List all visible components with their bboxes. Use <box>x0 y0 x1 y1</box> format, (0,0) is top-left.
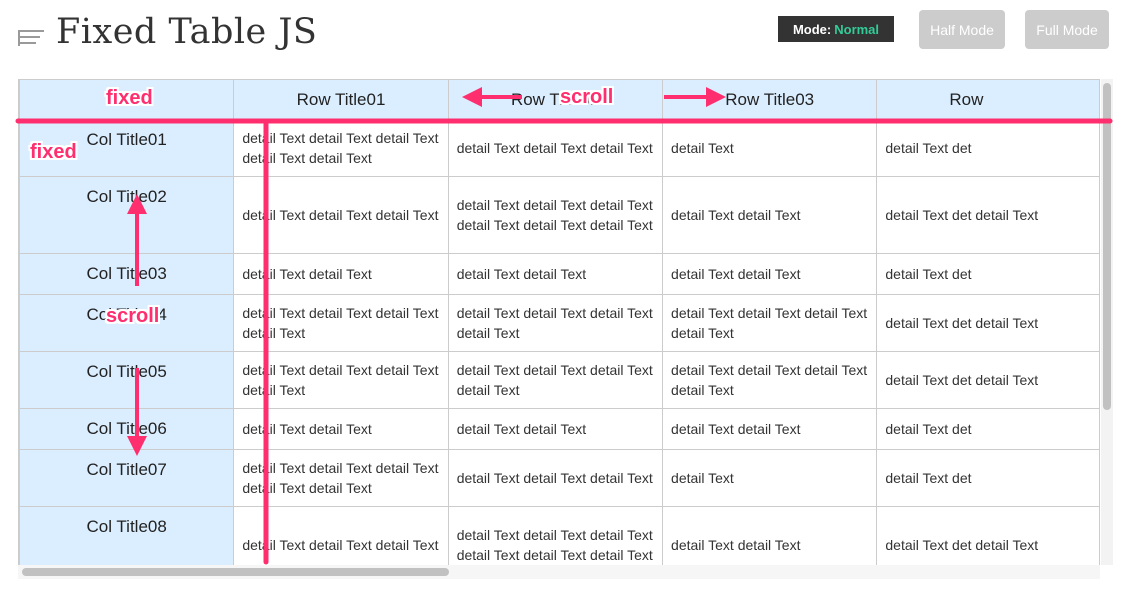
table-cell: detail Text detail Text <box>662 176 878 254</box>
table-cell: detail Text det detail Text <box>876 506 1100 565</box>
table-cell: detail Text detail Text detail Text deta… <box>233 119 449 177</box>
table-cell: detail Text detail Text detail Text deta… <box>233 294 449 352</box>
column-header: Row Title03 <box>662 79 878 120</box>
table-viewport[interactable]: Row Title01 Row Title02 Row Title03 Row … <box>18 79 1100 565</box>
table-row: Col Title06 detail Text detail Text deta… <box>19 408 1100 450</box>
table-cell: detail Text detail Text detail Text deta… <box>447 294 664 352</box>
table-cell: detail Text <box>662 119 878 177</box>
table-cell: detail Text det detail Text <box>876 176 1100 254</box>
table-cell: detail Text det <box>876 119 1100 177</box>
fixed-column-label: fixed <box>30 141 77 163</box>
table-cell: detail Text detail Text detail Text <box>447 119 664 177</box>
mode-value: Normal <box>834 21 880 37</box>
table-row: Col Title05 detail Text detail Text deta… <box>19 351 1100 409</box>
table-cell: detail Text detail Text <box>233 408 449 450</box>
table-cell: detail Text detail Text <box>233 253 449 295</box>
table-cell: detail Text det <box>876 253 1100 295</box>
table-cell: detail Text det <box>876 449 1100 507</box>
column-header: Row <box>876 79 1100 120</box>
row-header: Col Title05 <box>19 351 235 409</box>
row-header: Col Title06 <box>19 408 235 450</box>
horizontal-scrollbar[interactable] <box>18 565 1100 579</box>
table-row: Col Title02 detail Text detail Text deta… <box>19 176 1100 254</box>
table-cell: detail Text det detail Text <box>876 351 1100 409</box>
row-header: Col Title03 <box>19 253 235 295</box>
data-table: Row Title01 Row Title02 Row Title03 Row … <box>19 79 1100 565</box>
column-header: Row Title02 <box>447 79 664 120</box>
table-row: Col Title04 detail Text detail Text deta… <box>19 294 1100 352</box>
row-header: Col Title02 <box>19 176 235 254</box>
vertical-scrollbar[interactable] <box>1101 79 1113 565</box>
table-row: Col Title01 detail Text detail Text deta… <box>19 119 1100 177</box>
table-cell: detail Text detail Text detail Text deta… <box>662 294 878 352</box>
table-cell: detail Text detail Text detail Text deta… <box>233 351 449 409</box>
table-cell: detail Text detail Text detail Text deta… <box>447 176 664 254</box>
table-cell: detail Text <box>662 449 878 507</box>
table-row: Col Title07 detail Text detail Text deta… <box>19 449 1100 507</box>
table-cell: detail Text det <box>876 408 1100 450</box>
table-cell: detail Text detail Text <box>662 253 878 295</box>
table-cell: detail Text detail Text detail Text deta… <box>447 351 664 409</box>
table-cell: detail Text detail Text <box>662 506 878 565</box>
table-cell: detail Text detail Text detail Text deta… <box>447 506 664 565</box>
half-mode-button[interactable]: Half Mode <box>919 10 1005 49</box>
table-cell: detail Text detail Text detail Text deta… <box>233 449 449 507</box>
row-header: Col Title08 <box>19 506 235 565</box>
column-header: Row Title01 <box>233 79 449 120</box>
fixed-header-label: fixed <box>106 87 153 109</box>
table-cell: detail Text detail Text detail Text deta… <box>662 351 878 409</box>
mode-label: Mode: <box>792 21 832 37</box>
mode-badge: Mode: Normal <box>778 16 894 42</box>
horizontal-scrollbar-thumb[interactable] <box>22 568 449 576</box>
table-row: Col Title03 detail Text detail Text deta… <box>19 253 1100 295</box>
list-lines-icon <box>18 28 44 48</box>
table-row: Col Title08 detail Text detail Text deta… <box>19 506 1100 565</box>
scroll-vertical-label: scroll <box>106 305 160 327</box>
table-cell: detail Text det detail Text <box>876 294 1100 352</box>
table-cell: detail Text detail Text detail Text <box>233 506 449 565</box>
scroll-horizontal-label: scroll <box>560 86 614 108</box>
full-mode-button[interactable]: Full Mode <box>1025 10 1109 49</box>
table-cell: detail Text detail Text <box>447 253 664 295</box>
table-cell: detail Text detail Text <box>447 408 664 450</box>
row-header: Col Title07 <box>19 449 235 507</box>
table-cell: detail Text detail Text <box>662 408 878 450</box>
table-cell: detail Text detail Text detail Text <box>447 449 664 507</box>
vertical-scrollbar-thumb[interactable] <box>1103 83 1111 410</box>
page-title: Fixed Table JS <box>56 12 318 52</box>
table-cell: detail Text detail Text detail Text <box>233 176 449 254</box>
